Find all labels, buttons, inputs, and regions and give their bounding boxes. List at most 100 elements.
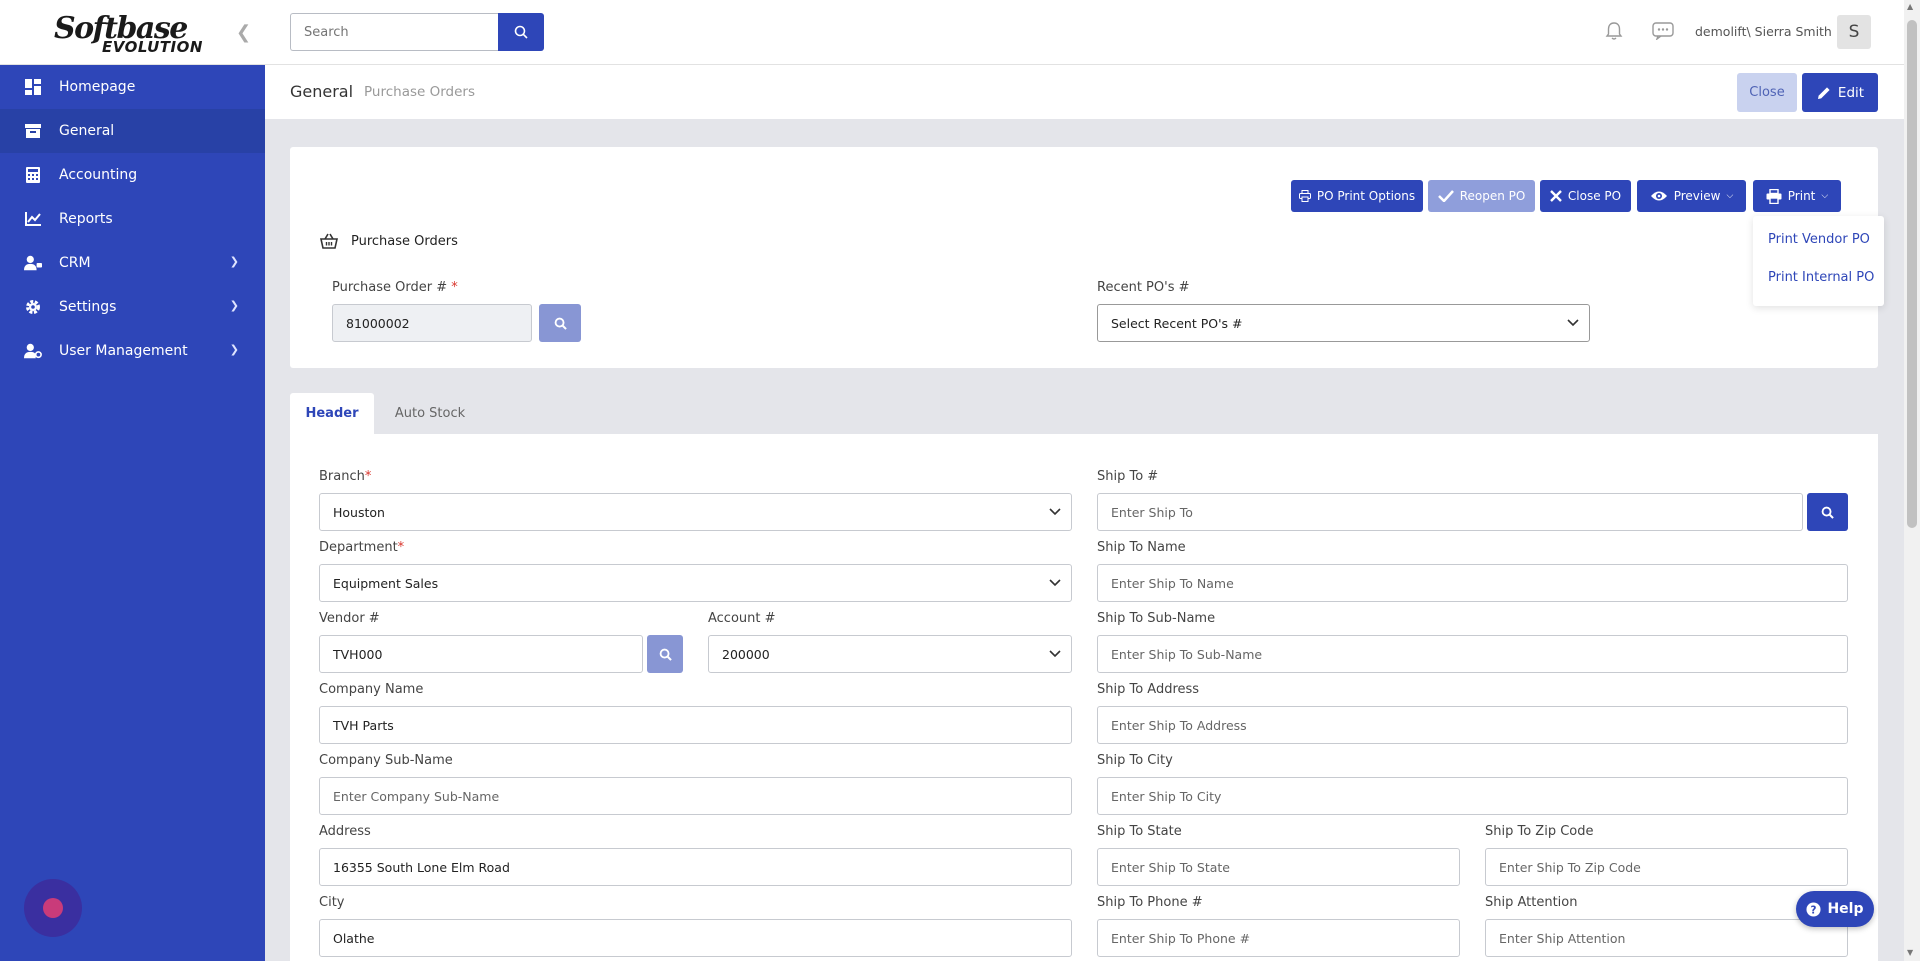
ship-to-address-label: Ship To Address [1097,682,1200,697]
scroll-down-arrow-icon[interactable]: ▼ [1907,948,1913,957]
chevron-right-icon: ❯ [229,343,239,356]
page-scrollbar[interactable]: ▲ ▼ [1904,0,1920,961]
tab-auto-stock[interactable]: Auto Stock [374,393,486,434]
ship-to-label: Ship To # [1097,469,1159,484]
sidebar-item-general[interactable]: General [0,109,265,153]
printer-icon [1766,188,1782,204]
archive-icon [24,122,42,140]
notifications-bell-icon[interactable] [1605,21,1623,45]
ship-to-phone-field[interactable]: Enter Ship To Phone # [1097,919,1460,957]
sidebar-item-settings[interactable]: Settings ❯ [0,285,265,329]
vendor-search-button[interactable] [647,635,683,673]
company-sub-name-field[interactable]: Enter Company Sub-Name [319,777,1072,815]
company-sub-name-placeholder: Enter Company Sub-Name [333,788,500,804]
department-select[interactable]: Equipment Sales [319,564,1072,602]
tab-header[interactable]: Header [290,393,374,434]
search-button[interactable] [498,13,544,51]
chevron-down-icon [1049,576,1061,591]
chevron-down-icon [1049,647,1061,662]
print-label: Print [1787,189,1816,203]
sidebar-item-user-management[interactable]: User Management ❯ [0,329,265,373]
collapse-sidebar-icon[interactable]: ❮ [236,22,251,43]
search-icon [659,648,672,661]
app-logo[interactable]: Softbase EVOLUTION [54,14,203,55]
chat-widget-bubble[interactable] [24,879,82,937]
branch-label: Branch* [319,469,371,484]
ship-attention-placeholder: Enter Ship Attention [1499,930,1626,946]
chat-widget-dot [43,898,63,918]
ship-to-field[interactable]: Enter Ship To [1097,493,1803,531]
close-button[interactable]: Close [1737,73,1797,112]
page-header: General Purchase Orders Close Edit [265,65,1904,119]
sidebar-item-accounting[interactable]: Accounting [0,153,265,197]
menu-item-print-internal-po[interactable]: Print Internal PO [1768,270,1874,285]
pencil-icon [1817,86,1830,99]
header-form-panel: Branch* Houston Department* Equipment Sa… [290,434,1878,961]
ship-to-search-button[interactable] [1807,493,1848,531]
menu-item-print-vendor-po[interactable]: Print Vendor PO [1768,232,1870,247]
company-name-field[interactable]: TVH Parts [319,706,1072,744]
search-input[interactable] [290,13,498,51]
branch-select[interactable]: Houston [319,493,1072,531]
calculator-icon [24,166,42,184]
question-circle-icon: ? [1806,901,1821,917]
branch-label-text: Branch [319,469,365,484]
edit-button[interactable]: Edit [1802,73,1878,112]
scrollbar-thumb[interactable] [1907,20,1917,528]
ship-to-address-field[interactable]: Enter Ship To Address [1097,706,1848,744]
dashboard-icon [24,78,42,96]
avatar[interactable]: S [1837,15,1871,49]
ship-attention-field[interactable]: Enter Ship Attention [1485,919,1848,957]
po-search-button[interactable] [539,304,581,342]
reopen-po-label: Reopen PO [1459,189,1526,203]
messages-icon[interactable] [1652,22,1674,44]
account-select[interactable]: 200000 [708,635,1072,673]
address-field[interactable]: 16355 South Lone Elm Road [319,848,1072,886]
recent-po-placeholder: Select Recent PO's # [1111,315,1243,331]
po-print-options-button[interactable]: PO Print Options [1291,180,1423,212]
city-field[interactable]: Olathe [319,919,1072,957]
close-po-button[interactable]: Close PO [1540,180,1631,212]
help-label: Help [1827,901,1864,917]
ship-to-zip-field[interactable]: Enter Ship To Zip Code [1485,848,1848,886]
required-asterisk: * [397,540,405,555]
recent-po-label: Recent PO's # [1097,280,1190,295]
sidebar-item-label: Settings [59,299,117,315]
ship-to-state-field[interactable]: Enter Ship To State [1097,848,1460,886]
sidebar-item-label: Homepage [59,79,136,95]
chevron-right-icon: ❯ [229,255,239,268]
search-icon [554,317,567,330]
sidebar-item-label: User Management [59,343,188,359]
required-asterisk: * [451,280,458,295]
close-po-label: Close PO [1567,189,1622,203]
breadcrumb-section[interactable]: General [290,82,353,101]
ship-to-placeholder: Enter Ship To [1111,504,1193,520]
section-title: Purchase Orders [320,233,458,249]
basket-icon [320,233,338,249]
account-label: Account # [708,611,776,626]
po-number-field[interactable]: 81000002 [332,304,532,342]
sidebar-item-crm[interactable]: CRM ❯ [0,241,265,285]
ship-attention-label: Ship Attention [1485,895,1578,910]
user-name[interactable]: demolift\ Sierra Smith [1695,24,1832,39]
vendor-value: TVH000 [333,646,383,662]
recent-po-select[interactable]: Select Recent PO's # [1097,304,1590,342]
sidebar-item-homepage[interactable]: Homepage [0,65,265,109]
print-button[interactable]: Print ⌵ [1753,180,1841,212]
reopen-po-button[interactable]: Reopen PO [1428,180,1535,212]
help-button[interactable]: ? Help [1796,891,1874,927]
ship-to-name-field[interactable]: Enter Ship To Name [1097,564,1848,602]
preview-button[interactable]: Preview ⌵ [1637,180,1746,212]
eye-icon [1650,191,1667,201]
company-sub-name-label: Company Sub-Name [319,753,453,768]
sidebar-item-label: CRM [59,255,91,271]
ship-to-sub-name-placeholder: Enter Ship To Sub-Name [1111,646,1263,662]
sidebar-item-reports[interactable]: Reports [0,197,265,241]
ship-to-sub-name-field[interactable]: Enter Ship To Sub-Name [1097,635,1848,673]
logo-line2: EVOLUTION [102,38,203,56]
logo-area: Softbase EVOLUTION ❮ [0,0,265,65]
vendor-field[interactable]: TVH000 [319,635,643,673]
ship-to-city-field[interactable]: Enter Ship To City [1097,777,1848,815]
chevron-down-icon: ⌵ [1821,191,1829,201]
scroll-up-arrow-icon[interactable]: ▲ [1907,2,1913,11]
